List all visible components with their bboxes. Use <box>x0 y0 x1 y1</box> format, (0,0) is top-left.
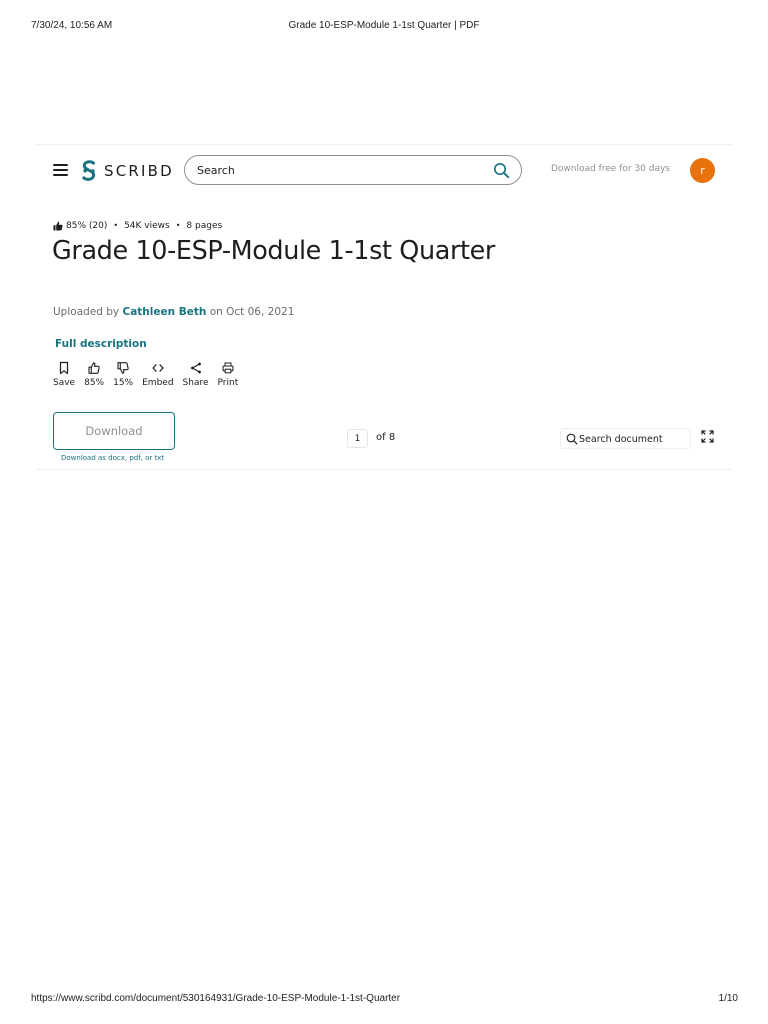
share-button[interactable]: Share <box>183 361 209 388</box>
site-search[interactable] <box>184 155 522 185</box>
page-count: of 8 <box>376 432 396 443</box>
print-button[interactable]: Print <box>217 361 239 388</box>
pages-stat: 8 pages <box>186 220 223 231</box>
document-search-input[interactable] <box>579 432 687 446</box>
hamburger-menu-icon[interactable] <box>53 164 68 176</box>
print-label: Print <box>217 378 239 388</box>
document-title: Grade 10-ESP-Module 1-1st Quarter <box>52 236 495 266</box>
thumbs-down-icon <box>117 362 129 374</box>
bookmark-icon <box>59 361 69 375</box>
printer-icon <box>222 362 234 374</box>
document-actions: Save 85% 15% Embed Share Print <box>53 361 247 388</box>
print-header: 7/30/24, 10:56 AM Grade 10-ESP-Module 1-… <box>0 20 768 34</box>
scribd-logo-text: SCRIBD <box>104 162 174 180</box>
save-label: Save <box>53 378 76 388</box>
share-icon <box>190 362 201 374</box>
like-button[interactable]: 85% <box>84 361 104 388</box>
save-button[interactable]: Save <box>53 361 75 388</box>
share-label: Share <box>182 378 209 388</box>
upload-info: Uploaded by Cathleen Beth on Oct 06, 202… <box>53 306 294 318</box>
dislike-button[interactable]: 15% <box>113 361 133 388</box>
fullscreen-icon[interactable] <box>701 430 714 443</box>
search-icon[interactable] <box>493 162 510 179</box>
thumbs-up-icon <box>88 362 100 374</box>
document-search[interactable] <box>560 428 691 449</box>
toolbar-divider <box>36 469 732 470</box>
rating-stat: 85% (20) <box>66 220 108 231</box>
thumbs-up-filled-icon <box>53 221 63 230</box>
author-link[interactable]: Cathleen Beth <box>122 306 206 318</box>
uploaded-prefix: Uploaded by <box>53 306 120 318</box>
scribd-logo-icon <box>82 160 96 181</box>
header-divider <box>36 144 732 145</box>
user-avatar[interactable]: r <box>690 158 715 183</box>
document-stats: 85% (20) • 54K views • 8 pages <box>53 219 222 232</box>
separator-dot: • <box>113 221 119 230</box>
search-icon <box>566 433 578 445</box>
full-description-link[interactable]: Full description <box>55 338 147 350</box>
separator-dot: • <box>175 221 181 230</box>
code-embed-icon <box>152 364 164 372</box>
free-trial-link[interactable]: Download free for 30 days <box>551 164 670 174</box>
print-page-title: Grade 10-ESP-Module 1-1st Quarter | PDF <box>288 20 480 31</box>
print-page-number: 1/10 <box>718 993 738 1004</box>
embed-label: Embed <box>142 378 174 388</box>
views-stat: 54K views <box>124 220 170 231</box>
site-search-input[interactable] <box>197 162 477 179</box>
page-number-input[interactable] <box>347 429 368 448</box>
dislike-percentage: 15% <box>113 378 134 388</box>
print-url: https://www.scribd.com/document/53016493… <box>31 993 401 1004</box>
print-footer: https://www.scribd.com/document/53016493… <box>0 993 768 1007</box>
scribd-logo[interactable]: SCRIBD <box>80 159 174 183</box>
like-percentage: 85% <box>84 378 105 388</box>
embed-button[interactable]: Embed <box>142 361 174 388</box>
download-formats-link[interactable]: Download as docx, pdf, or txt <box>61 454 164 462</box>
uploaded-date: on Oct 06, 2021 <box>209 306 295 318</box>
download-button[interactable]: Download <box>53 412 175 450</box>
